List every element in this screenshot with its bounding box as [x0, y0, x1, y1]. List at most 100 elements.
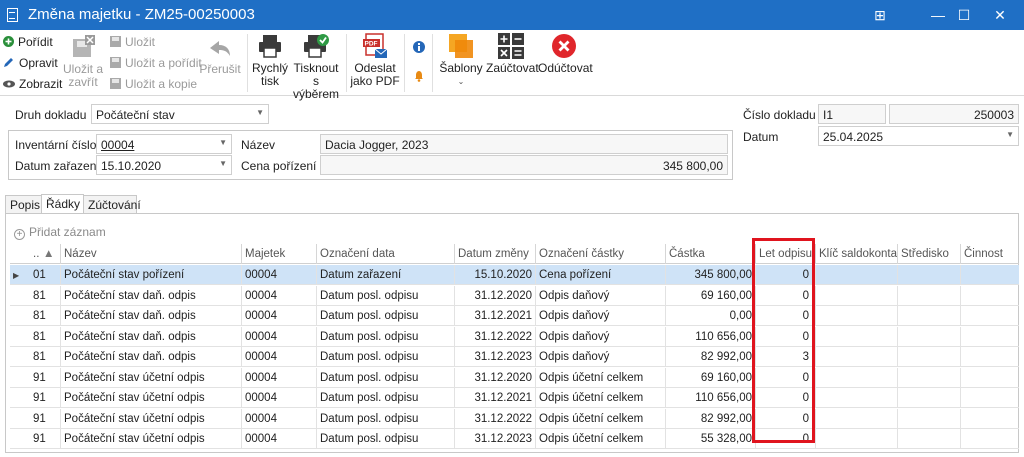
- cell-years[interactable]: 0: [755, 265, 812, 285]
- cell-empty[interactable]: [815, 408, 897, 429]
- cell-empty[interactable]: [897, 367, 960, 388]
- cell-empty[interactable]: [815, 347, 897, 367]
- cell-amount[interactable]: 69 160,00: [665, 285, 755, 306]
- cell-asset[interactable]: 00004: [241, 285, 316, 306]
- cell-asset[interactable]: 00004: [241, 429, 316, 449]
- cell-years[interactable]: 0: [755, 429, 812, 449]
- cell-amount-type[interactable]: Odpis daňový: [535, 306, 665, 326]
- create-button[interactable]: Pořídit: [3, 35, 53, 49]
- table-row[interactable]: 81 Počáteční stav daň. odpis 00004 Datum po…: [10, 306, 1019, 326]
- cell-change-date[interactable]: 31.12.2022: [454, 408, 535, 429]
- cell-amount[interactable]: 82 992,00: [665, 408, 755, 429]
- cell-asset[interactable]: 00004: [241, 265, 316, 285]
- cell-empty[interactable]: [815, 388, 897, 408]
- doc-date-select[interactable]: 25.04.2025 ▼: [818, 126, 1019, 146]
- cell-amount-type[interactable]: Odpis účetní celkem: [535, 388, 665, 408]
- add-record-button[interactable]: + Přidat záznam: [14, 225, 106, 240]
- cell-amount-type[interactable]: Odpis daňový: [535, 347, 665, 367]
- col-date-type-header[interactable]: Označení data: [316, 244, 454, 264]
- view-button[interactable]: Zobrazit: [3, 77, 62, 91]
- cell-years[interactable]: 0: [755, 367, 812, 388]
- cell-name[interactable]: Počáteční stav daň. odpis: [60, 347, 241, 367]
- cell-date-type[interactable]: Datum posl. odpisu: [316, 326, 454, 347]
- col-years-header[interactable]: Let odpisu: [755, 244, 815, 264]
- cell-empty[interactable]: [897, 408, 960, 429]
- sort-ascending-icon[interactable]: ▲: [40, 244, 60, 264]
- cell-amount-type[interactable]: Odpis účetní celkem: [535, 429, 665, 449]
- edit-button[interactable]: Opravit: [3, 56, 58, 70]
- info-icon[interactable]: [413, 41, 425, 53]
- cell-date-type[interactable]: Datum posl. odpisu: [316, 347, 454, 367]
- save-copy-button[interactable]: Uložit a kopie: [110, 77, 197, 91]
- cell-code[interactable]: 91: [30, 409, 60, 429]
- cell-date-type[interactable]: Datum posl. odpisu: [316, 429, 454, 449]
- cell-empty[interactable]: [960, 326, 1019, 347]
- col-amount-type-header[interactable]: Označení částky: [535, 244, 665, 264]
- cell-amount-type[interactable]: Odpis účetní celkem: [535, 408, 665, 429]
- cell-change-date[interactable]: 31.12.2021: [454, 306, 535, 326]
- cell-empty[interactable]: [960, 285, 1019, 306]
- table-row[interactable]: ▶ 01 Počáteční stav pořízení 00004 Datum zař…: [10, 265, 1019, 285]
- cell-asset[interactable]: 00004: [241, 408, 316, 429]
- close-window-button[interactable]: ✕: [980, 0, 1020, 30]
- doc-no-field[interactable]: 250003: [889, 104, 1019, 124]
- cell-amount-type[interactable]: Odpis účetní celkem: [535, 367, 665, 388]
- cell-amount[interactable]: 110 656,00: [665, 326, 755, 347]
- cell-code[interactable]: 81: [30, 347, 60, 367]
- quick-print-button[interactable]: Rychlý tisk: [251, 33, 289, 88]
- cell-amount[interactable]: 110 656,00: [665, 388, 755, 408]
- cell-asset[interactable]: 00004: [241, 326, 316, 347]
- cell-empty[interactable]: [897, 306, 960, 326]
- cell-years[interactable]: 3: [755, 347, 812, 367]
- cell-empty[interactable]: [815, 367, 897, 388]
- cell-amount[interactable]: 345 800,00: [665, 265, 755, 285]
- cell-code[interactable]: 91: [30, 368, 60, 388]
- cell-name[interactable]: Počáteční stav účetní odpis: [60, 388, 241, 408]
- cell-change-date[interactable]: 31.12.2020: [454, 285, 535, 306]
- cell-empty[interactable]: [960, 429, 1019, 449]
- cell-years[interactable]: 0: [755, 408, 812, 429]
- cell-empty[interactable]: [960, 367, 1019, 388]
- name-field[interactable]: Dacia Jogger, 2023: [320, 134, 728, 154]
- cell-name[interactable]: Počáteční stav pořízení: [60, 265, 241, 285]
- col-asset-header[interactable]: Majetek: [241, 244, 316, 264]
- cell-date-type[interactable]: Datum posl. odpisu: [316, 388, 454, 408]
- post-button[interactable]: Zaúčtovat: [486, 33, 539, 75]
- cell-code[interactable]: 81: [30, 306, 60, 326]
- cell-empty[interactable]: [960, 306, 1019, 326]
- doc-type-select[interactable]: Počáteční stav ▼: [91, 104, 269, 124]
- cell-name[interactable]: Počáteční stav daň. odpis: [60, 326, 241, 347]
- cell-empty[interactable]: [960, 265, 1019, 285]
- cell-date-type[interactable]: Datum posl. odpisu: [316, 367, 454, 388]
- unpost-button[interactable]: Odúčtovat: [538, 33, 593, 75]
- cell-date-type[interactable]: Datum zařazení: [316, 265, 454, 285]
- cell-asset[interactable]: 00004: [241, 306, 316, 326]
- cell-empty[interactable]: [897, 429, 960, 449]
- cell-empty[interactable]: [815, 306, 897, 326]
- cell-empty[interactable]: [815, 326, 897, 347]
- bell-icon[interactable]: [413, 70, 425, 82]
- tab-description[interactable]: Popis: [5, 195, 42, 214]
- col-code-header[interactable]: ...: [30, 244, 40, 264]
- table-row[interactable]: 81 Počáteční stav daň. odpis 00004 Datum po…: [10, 347, 1019, 367]
- templates-button[interactable]: Šablony ⌄: [439, 33, 483, 88]
- send-pdf-button[interactable]: PDF Odeslat jako PDF: [350, 33, 400, 88]
- save-create-button[interactable]: Uložit a pořídit: [110, 56, 202, 70]
- cell-name[interactable]: Počáteční stav účetní odpis: [60, 408, 241, 429]
- tab-rows[interactable]: Řádky: [41, 194, 84, 214]
- inventory-no-select[interactable]: 00004 ▼: [96, 134, 232, 154]
- col-center-header[interactable]: Středisko: [897, 244, 960, 264]
- cell-empty[interactable]: [815, 285, 897, 306]
- cell-amount[interactable]: 0,00: [665, 306, 755, 326]
- maximize-button[interactable]: ☐: [944, 0, 984, 30]
- cell-empty[interactable]: [960, 408, 1019, 429]
- cell-code[interactable]: 91: [30, 388, 60, 408]
- col-key-header[interactable]: Klíč saldokonta: [815, 244, 897, 264]
- cell-change-date[interactable]: 31.12.2020: [454, 367, 535, 388]
- table-row[interactable]: 91 Počáteční stav účetní odpis 00004 Datum …: [10, 388, 1019, 408]
- cell-name[interactable]: Počáteční stav daň. odpis: [60, 306, 241, 326]
- cell-empty[interactable]: [897, 326, 960, 347]
- cell-date-type[interactable]: Datum posl. odpisu: [316, 408, 454, 429]
- table-row[interactable]: 81 Počáteční stav daň. odpis 00004 Datum po…: [10, 285, 1019, 306]
- col-change-date-header[interactable]: Datum změny: [454, 244, 535, 264]
